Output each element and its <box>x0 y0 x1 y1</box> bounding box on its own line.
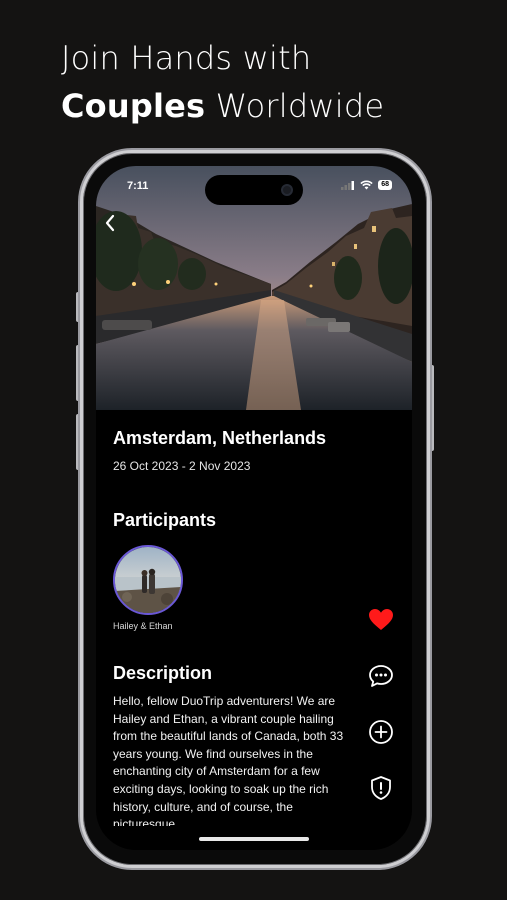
participant-name: Hailey & Ethan <box>113 621 173 631</box>
message-button[interactable] <box>367 662 395 690</box>
status-icons: 68 <box>341 180 392 190</box>
trip-place-title: Amsterdam, Netherlands <box>113 428 327 448</box>
promo-line-2: Couples Worldwide <box>61 82 384 130</box>
chat-icon <box>369 665 393 687</box>
description-heading: Description <box>113 663 213 683</box>
plus-circle-icon <box>369 720 393 744</box>
status-time: 7:11 <box>127 180 149 192</box>
shield-alert-icon <box>371 776 391 800</box>
description-text: Hello, fellow DuoTrip adventurers! We ar… <box>113 694 344 826</box>
chevron-left-icon <box>105 214 115 232</box>
participants-heading: Participants <box>113 510 217 530</box>
heart-icon <box>369 609 393 630</box>
dynamic-island <box>205 175 303 205</box>
battery-icon: 68 <box>378 180 392 190</box>
back-button[interactable] <box>102 212 118 234</box>
status-bar: 7:11 68 <box>96 166 412 206</box>
promo-line-1: Join Hands with <box>61 39 312 77</box>
promo-line-2-bold: Couples <box>61 87 206 125</box>
couple-photo-image <box>115 547 181 613</box>
promo-line-2-rest: Worldwide <box>205 87 385 125</box>
signal-icon <box>341 180 355 190</box>
phone-power-button <box>430 365 434 451</box>
trip-details: Amsterdam, Netherlands 26 Oct 2023 - 2 N… <box>96 410 412 850</box>
front-camera-icon <box>281 184 293 196</box>
trip-dates: 26 Oct 2023 - 2 Nov 2023 <box>113 459 251 473</box>
promo-headline: Join Hands with Couples Worldwide <box>61 34 384 130</box>
add-button[interactable] <box>367 718 395 746</box>
like-button[interactable] <box>367 606 395 634</box>
home-indicator[interactable] <box>199 837 309 841</box>
wifi-icon <box>360 180 373 190</box>
app-screen: 7:11 68 Amsterdam, Netherlands 26 Oct 20… <box>96 166 412 850</box>
participant-avatar[interactable] <box>113 545 183 615</box>
report-button[interactable] <box>367 774 395 802</box>
